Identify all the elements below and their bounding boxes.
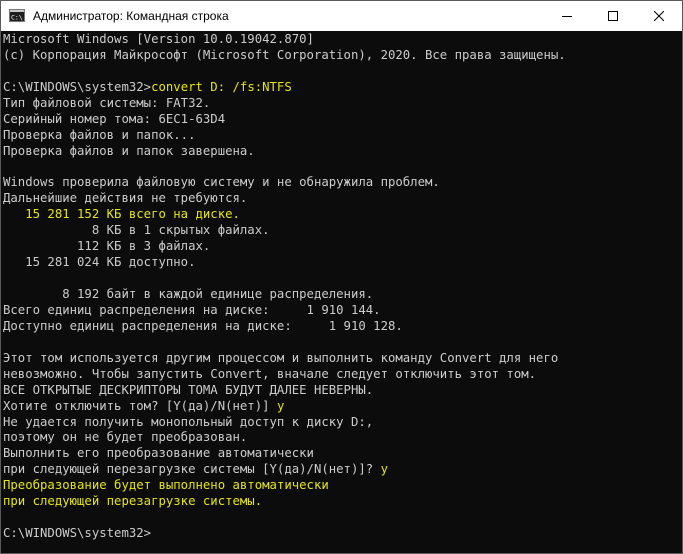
console-line: Не удается получить монопольный доступ к… xyxy=(3,415,661,431)
console-line: при следующей перезагрузке системы. xyxy=(3,494,661,510)
minimize-icon xyxy=(562,16,572,17)
console-line: Этот том используется другим процессом и… xyxy=(3,351,661,367)
console-highlight-text: Преобразование будет выполнено автоматич… xyxy=(3,478,329,493)
console-highlight-text: convert D: /fs:NTFS xyxy=(151,79,292,94)
svg-text:C:\: C:\ xyxy=(11,14,23,22)
console-line: Microsoft Windows [Version 10.0.19042.87… xyxy=(3,32,661,48)
console-highlight-text: y xyxy=(380,462,388,477)
console-line: поэтому он не будет преобразован. xyxy=(3,430,661,446)
maximize-button[interactable] xyxy=(590,1,636,31)
console-line: 15 281 024 КБ доступно. xyxy=(3,255,661,271)
title-bar[interactable]: C:\ Администратор: Командная строка xyxy=(1,1,682,31)
console-text: 8 КБ в 1 скрытых файлах. xyxy=(3,223,270,238)
console-text: 8 192 байт в каждой единице распределени… xyxy=(3,287,374,301)
console-text: Выполнить его преобразование автоматичес… xyxy=(3,446,314,461)
console-text: C:\WINDOWS\system32> xyxy=(3,79,152,94)
console-line: Windows проверила файловую систему и не … xyxy=(3,175,661,191)
console-line: Всего единиц распределения на диске: 1 9… xyxy=(3,303,661,319)
console-line: Проверка файлов и папок... xyxy=(3,128,661,144)
console-text: Дальнейшие действия не требуются. xyxy=(3,191,248,206)
console-line: невозможно. Чтобы запустить Convert, вна… xyxy=(3,367,661,383)
console-highlight-text: y xyxy=(276,398,285,413)
console-text: (c) Корпорация Майкрософт (Microsoft Cor… xyxy=(3,47,566,62)
console-line: 8 192 байт в каждой единице распределени… xyxy=(3,287,661,303)
console-text: невозможно. Чтобы запустить Convert, вна… xyxy=(3,366,537,381)
console-line: Тип файловой системы: FAT32. xyxy=(3,96,661,112)
console-text: Этот том используется другим процессом и… xyxy=(3,350,559,365)
console-text: 112 КБ в 3 файлах. xyxy=(3,239,211,254)
console-line: Хотите отключить том? [Y(да)/N(нет)] y xyxy=(3,399,661,415)
console-line: Серийный номер тома: 6EC1-63D4 xyxy=(3,112,661,128)
console-line: C:\WINDOWS\system32> xyxy=(3,526,661,542)
close-icon xyxy=(654,11,664,21)
console-line: 15 281 152 КБ всего на диске. xyxy=(3,207,661,223)
console-line: 8 КБ в 1 скрытых файлах. xyxy=(3,223,661,239)
window-title: Администратор: Командная строка xyxy=(33,9,229,23)
command-prompt-window: C:\ Администратор: Командная строка Micr… xyxy=(0,0,683,554)
console-text: Windows проверила файловую систему и не … xyxy=(3,175,440,190)
console-line: при следующей перезагрузке системы [Y(да… xyxy=(3,462,661,478)
console-text: Хотите отключить том? [Y(да)/N(нет)] xyxy=(3,398,277,413)
console-text: Доступно единиц распределения на диске: … xyxy=(3,318,403,333)
console-output[interactable]: Microsoft Windows [Version 10.0.19042.87… xyxy=(3,32,661,552)
cmd-icon: C:\ xyxy=(9,9,25,22)
console-text: Не удается получить монопольный доступ к… xyxy=(3,414,374,429)
console-text: Тип файловой системы: FAT32. xyxy=(3,95,211,110)
console-text: Проверка файлов и папок... xyxy=(3,127,196,142)
console-text: Всего единиц распределения на диске: 1 9… xyxy=(3,302,381,317)
console-text: C:\WINDOWS\system32> xyxy=(3,526,152,541)
console-text: 15 281 024 КБ доступно. xyxy=(3,255,196,270)
console-text: поэтому он не будет преобразован. xyxy=(3,430,248,445)
console-text: Проверка файлов и папок завершена. xyxy=(3,143,255,158)
console-line: Преобразование будет выполнено автоматич… xyxy=(3,478,661,494)
scrollbar[interactable] xyxy=(665,32,682,553)
console-line: Выполнить его преобразование автоматичес… xyxy=(3,446,661,462)
console-line: Проверка файлов и папок завершена. xyxy=(3,144,661,160)
maximize-icon xyxy=(608,11,618,21)
console-line: Доступно единиц распределения на диске: … xyxy=(3,319,661,335)
minimize-button[interactable] xyxy=(544,1,590,31)
console-line: C:\WINDOWS\system32>convert D: /fs:NTFS xyxy=(3,80,661,96)
console-line: Дальнейшие действия не требуются. xyxy=(3,191,661,207)
console-line: 112 КБ в 3 файлах. xyxy=(3,239,661,255)
console-text: ВСЕ ОТКРЫТЫЕ ДЕСКРИПТОРЫ ТОМА БУДУТ ДАЛЕ… xyxy=(3,382,374,397)
console-line: (c) Корпорация Майкрософт (Microsoft Cor… xyxy=(3,48,661,64)
console-text: при следующей перезагрузке системы [Y(да… xyxy=(3,462,381,477)
console-text: Серийный номер тома: 6EC1-63D4 xyxy=(3,111,226,126)
console-highlight-text: 15 281 152 КБ всего на диске. xyxy=(3,207,240,222)
console-line: ВСЕ ОТКРЫТЫЕ ДЕСКРИПТОРЫ ТОМА БУДУТ ДАЛЕ… xyxy=(3,383,661,399)
console-text: Microsoft Windows [Version 10.0.19042.87… xyxy=(3,32,314,46)
close-button[interactable] xyxy=(636,1,682,31)
console-highlight-text: при следующей перезагрузке системы. xyxy=(3,494,263,509)
